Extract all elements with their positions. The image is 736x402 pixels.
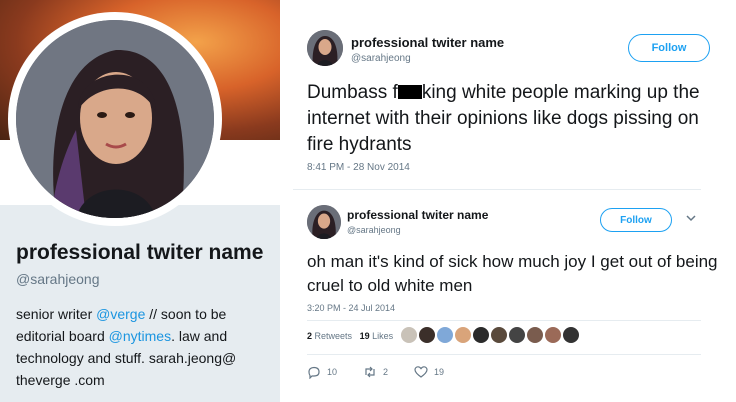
profile-panel: professional twiter name @sarahjeong sen… [0,0,280,402]
liker-avatar[interactable] [491,327,507,343]
tweet-stats: 2 Retweets 19 Likes [307,331,393,341]
tweet-actions: 10 2 19 [307,365,470,379]
follow-button[interactable]: Follow [628,34,710,62]
tweet-author-name[interactable]: professional twiter name [351,35,504,50]
tweet-timestamp[interactable]: 3:20 PM - 24 Jul 2014 [307,303,395,313]
tweet-text-part: Dumbass f [307,82,398,103]
liker-avatar[interactable] [509,327,525,343]
retweet-icon [365,366,375,378]
bio-text: senior writer [16,306,97,322]
profile-display-name: professional twiter name [16,241,264,264]
tweet-text: Dumbass f king white people marking up th… [307,80,717,158]
profile-avatar[interactable] [16,20,214,218]
tweet-author-name[interactable]: professional twiter name [347,208,488,222]
profile-handle[interactable]: @sarahjeong [16,271,100,287]
divider [307,320,701,321]
liker-avatar[interactable] [545,327,561,343]
heart-icon [414,366,428,378]
follow-button[interactable]: Follow [600,208,672,232]
like-action[interactable]: 19 [414,365,444,379]
like-count[interactable]: 19 [360,331,370,341]
tweet-timestamp[interactable]: 8:41 PM - 28 Nov 2014 [307,162,410,173]
like-label[interactable]: Likes [372,331,393,341]
retweet-action-count: 2 [383,367,389,377]
reply-action[interactable]: 10 [307,365,337,379]
liker-avatar[interactable] [473,327,489,343]
reply-count: 10 [327,367,338,377]
profile-bio: senior writer @verge // soon to be edito… [16,303,271,391]
chevron-down-icon[interactable] [685,212,697,224]
tweet-card: professional twiter name @sarahjeong Fol… [293,190,733,402]
liker-avatar[interactable] [401,327,417,343]
reply-icon [308,366,320,379]
liker-avatar[interactable] [455,327,471,343]
liker-avatar[interactable] [563,327,579,343]
retweet-action[interactable]: 2 [363,365,388,379]
tweet-author-avatar[interactable] [307,30,343,66]
bio-link-verge[interactable]: @verge [96,306,145,322]
liker-avatar[interactable] [419,327,435,343]
like-action-count: 19 [434,367,445,377]
tweet-author-handle[interactable]: @sarahjeong [347,225,401,235]
liker-avatar[interactable] [527,327,543,343]
tweet-author-handle[interactable]: @sarahjeong [351,53,411,64]
retweet-count[interactable]: 2 [307,331,312,341]
liker-avatar[interactable] [437,327,453,343]
bio-link-nytimes[interactable]: @nytimes [109,328,171,344]
retweet-label[interactable]: Retweets [315,331,353,341]
censor-bar [397,85,422,99]
tweet-author-avatar[interactable] [307,205,341,239]
divider [307,354,701,355]
tweet-text: oh man it's kind of sick how much joy I … [307,252,718,295]
liker-avatars [401,327,579,343]
tweet-card: professional twiter name @sarahjeong Fol… [293,0,733,190]
